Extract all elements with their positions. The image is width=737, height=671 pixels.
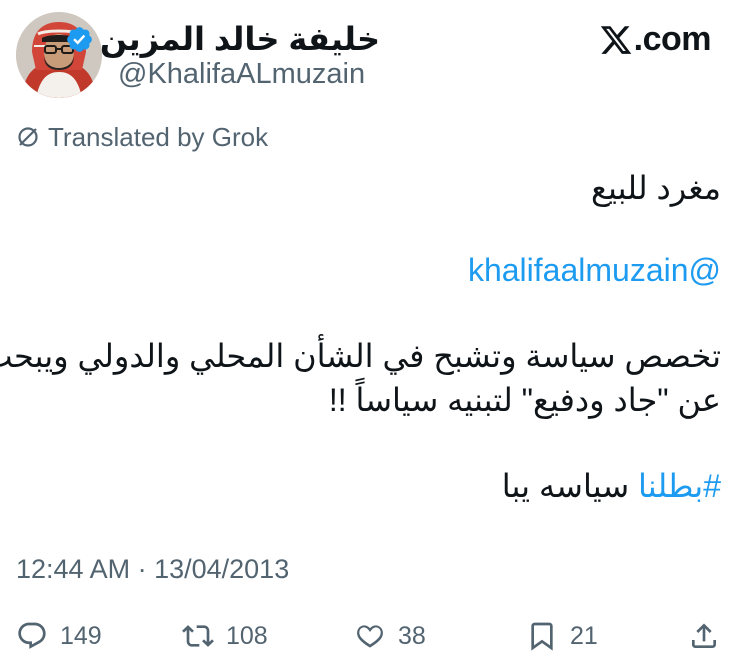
- translation-text: Translated by Grok: [48, 121, 269, 152]
- reply-count: 149: [60, 621, 102, 650]
- heart-icon: [357, 625, 383, 648]
- tweet-hashtag-link[interactable]: #بطلنا: [638, 468, 721, 504]
- tweet-line-1: مغرد للبيع: [590, 170, 721, 206]
- tweet-hashtag-line: #بطلنا سياسه يبا: [21, 464, 721, 508]
- repost-icon: [182, 625, 214, 647]
- like-button[interactable]: 38: [354, 618, 426, 654]
- tweet-mention-link[interactable]: @khalifaalmuzain: [21, 248, 721, 292]
- author-handle[interactable]: @KhalifaALmuzain: [118, 58, 365, 91]
- verified-badge-icon: [66, 26, 92, 52]
- site-logo-text: .com: [633, 20, 712, 58]
- repost-count: 108: [226, 621, 268, 650]
- reply-icon: [18, 622, 46, 649]
- bookmark-count: 21: [570, 621, 598, 650]
- share-icon: [692, 623, 716, 648]
- like-count: 38: [398, 621, 426, 650]
- grok-icon: [18, 127, 38, 147]
- x-logo-icon: [600, 25, 631, 54]
- bookmark-button[interactable]: 21: [526, 618, 598, 654]
- tweet-hashtag-rest: سياسه يبا: [501, 468, 639, 504]
- tweet-line-3a: تخصص سياسة وتشبح في الشأن المحلي والدولي…: [0, 338, 721, 374]
- site-logo: .com: [598, 20, 712, 59]
- author-display-name: خليفة خالد المزين: [99, 21, 380, 57]
- tweet-timestamp[interactable]: 12:44 AM · 13/04/2013: [16, 554, 289, 585]
- translation-label[interactable]: Translated by Grok: [16, 120, 268, 154]
- tweet-action-bar: 149 108 38 21: [16, 618, 721, 654]
- share-button[interactable]: [688, 618, 720, 654]
- repost-button[interactable]: 108: [182, 618, 268, 654]
- tweet-line-3b: عن "جاد ودفيع" لتبنيه سياساً !!: [328, 382, 721, 418]
- reply-button[interactable]: 149: [16, 618, 102, 654]
- bookmark-icon: [531, 622, 553, 651]
- author-name-row[interactable]: خليفة خالد المزين: [65, 16, 380, 62]
